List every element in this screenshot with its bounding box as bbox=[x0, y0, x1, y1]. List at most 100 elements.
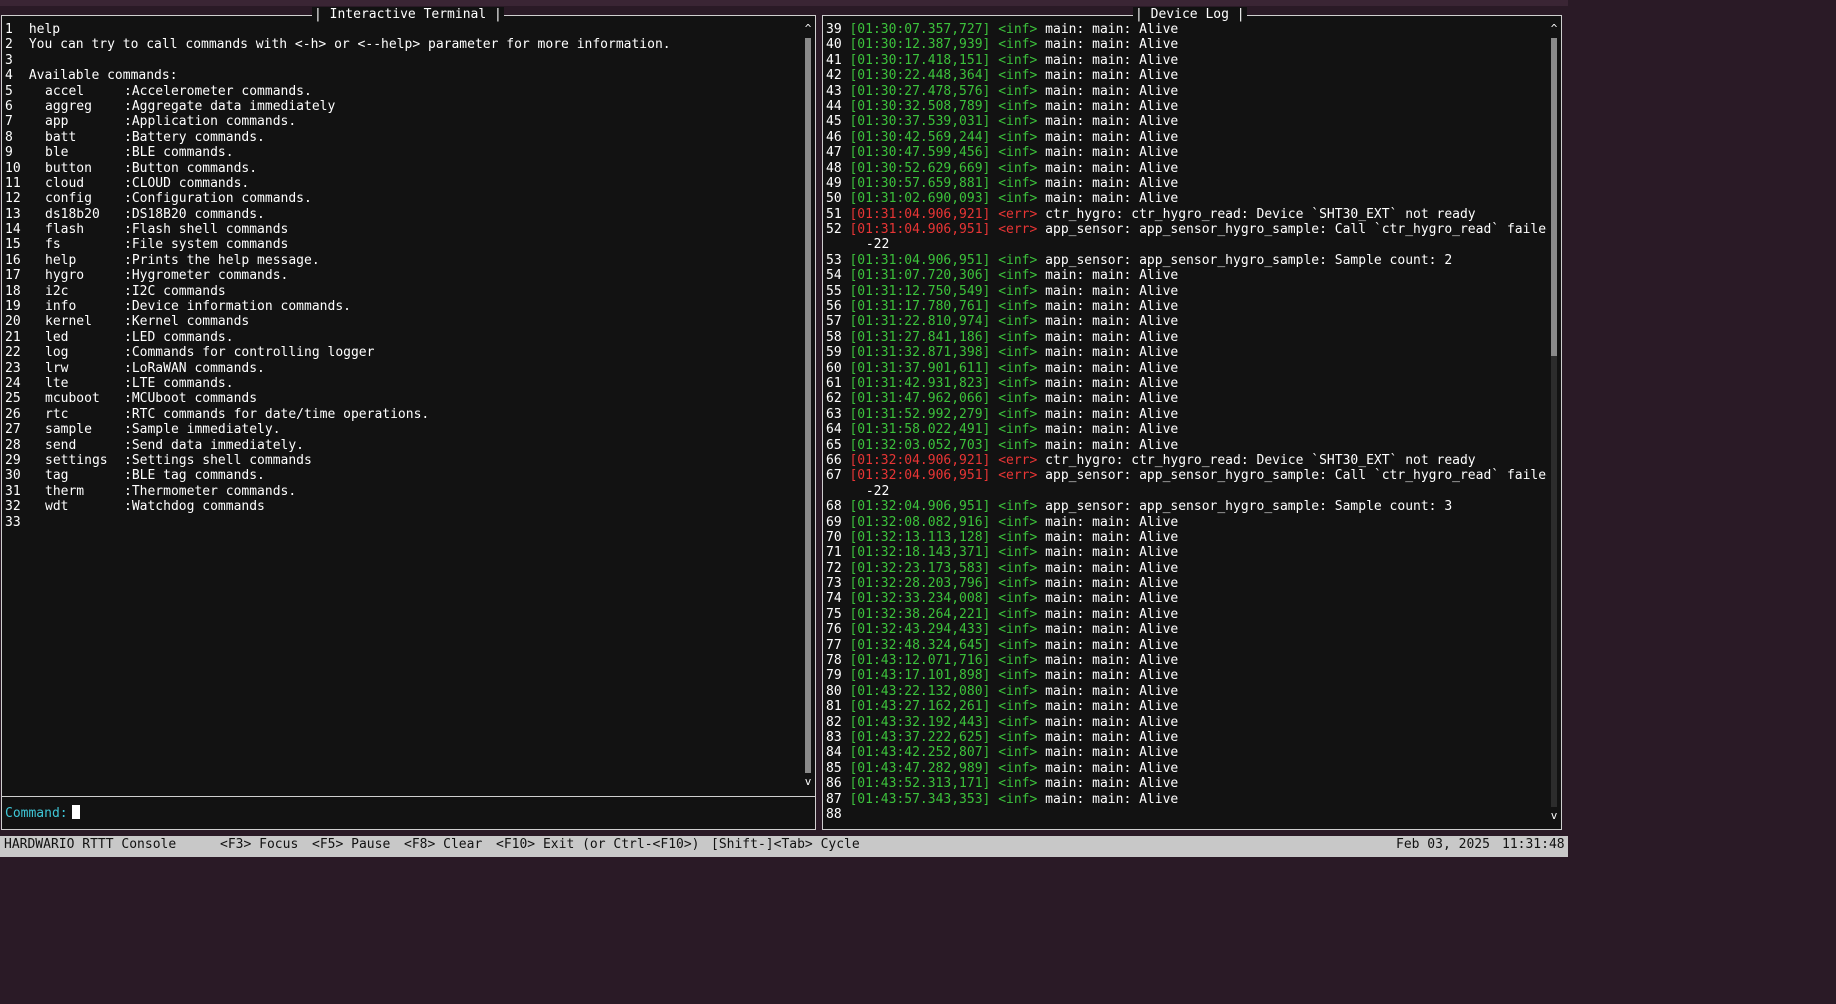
log-level: <inf> bbox=[998, 314, 1038, 330]
line-number: 47 bbox=[826, 145, 842, 161]
device-log-scrollbar[interactable]: ^ v bbox=[1548, 22, 1560, 823]
key-hint-pause[interactable]: <F5> Pause bbox=[312, 836, 390, 854]
line-number: 55 bbox=[826, 283, 842, 299]
device-log-scroll-track[interactable] bbox=[1551, 38, 1557, 807]
log-level: <inf> bbox=[998, 622, 1038, 638]
log-message: ctr_hygro: ctr_hygro_read: Device `SHT30… bbox=[1045, 206, 1476, 222]
log-timestamp: [01:32:33.234,008] bbox=[849, 591, 991, 607]
line-number: 81 bbox=[826, 699, 842, 715]
terminal-line: 3 bbox=[2, 53, 801, 68]
text-cursor bbox=[71, 805, 80, 819]
line-number: 52 bbox=[826, 222, 842, 238]
log-entry: -22 bbox=[823, 237, 1547, 252]
status-bar: HARDWARIO RTTT Console <F3> Focus <F5> P… bbox=[0, 836, 1568, 857]
log-level: <inf> bbox=[998, 129, 1038, 145]
help-command-row: 5 accel:Accelerometer commands. bbox=[2, 84, 801, 99]
interactive-terminal-panel[interactable]: | Interactive Terminal | 1 help 2 You can… bbox=[1, 7, 816, 830]
log-entry: 82 [01:43:32.192,443] <inf> main: main: … bbox=[823, 715, 1547, 730]
log-entry: 87 [01:43:57.343,353] <inf> main: main: … bbox=[823, 792, 1547, 807]
log-level: <err> bbox=[998, 222, 1038, 238]
command-description: :BLE commands. bbox=[124, 145, 234, 161]
key-hint-cycle[interactable]: [Shift-]<Tab> Cycle bbox=[711, 836, 860, 854]
command-label: Command: bbox=[5, 805, 80, 821]
help-command-row: 28 send:Send data immediately. bbox=[2, 438, 801, 453]
scroll-up-arrow-icon[interactable]: ^ bbox=[1548, 22, 1560, 36]
log-message-continuation: -22 bbox=[858, 237, 890, 253]
log-message: main: main: Alive bbox=[1045, 760, 1179, 776]
terminal-output: 1 help 2 You can try to call commands wit… bbox=[2, 22, 801, 530]
line-number: 44 bbox=[826, 98, 842, 114]
line-number: 18 bbox=[5, 283, 21, 299]
command-name: therm bbox=[45, 483, 85, 499]
command-description: :Send data immediately. bbox=[124, 437, 305, 453]
log-timestamp: [01:30:42.569,244] bbox=[849, 129, 991, 145]
line-number: 56 bbox=[826, 299, 842, 315]
log-timestamp: [01:43:12.071,716] bbox=[849, 653, 991, 669]
key-hint-exit[interactable]: <F10> Exit (or Ctrl-<F10>) bbox=[496, 836, 700, 854]
log-entry: 80 [01:43:22.132,080] <inf> main: main: … bbox=[823, 684, 1547, 699]
line-number: 73 bbox=[826, 576, 842, 592]
command-description: :Settings shell commands bbox=[124, 452, 312, 468]
command-name: lte bbox=[45, 375, 69, 391]
log-level: <inf> bbox=[998, 729, 1038, 745]
help-command-row: 25 mcuboot:MCUboot commands bbox=[2, 391, 801, 406]
log-message: main: main: Alive bbox=[1045, 545, 1179, 561]
window-top-strip bbox=[0, 0, 1568, 6]
log-level: <inf> bbox=[998, 668, 1038, 684]
log-message: main: main: Alive bbox=[1045, 745, 1179, 761]
log-message: app_sensor: app_sensor_hygro_sample: Sam… bbox=[1045, 252, 1453, 268]
log-level: <inf> bbox=[998, 52, 1038, 68]
line-number: 50 bbox=[826, 191, 842, 207]
log-level: <inf> bbox=[998, 422, 1038, 438]
terminal-scroll-track[interactable] bbox=[805, 38, 811, 773]
command-name: kernel bbox=[45, 314, 92, 330]
line-number: 61 bbox=[826, 375, 842, 391]
log-timestamp: [01:31:22.810,974] bbox=[849, 314, 991, 330]
line-number: 7 bbox=[5, 114, 13, 130]
log-message: main: main: Alive bbox=[1045, 145, 1179, 161]
line-number: 12 bbox=[5, 191, 21, 207]
command-name: config bbox=[45, 191, 92, 207]
log-message: main: main: Alive bbox=[1045, 22, 1179, 37]
help-command-row: 11 cloud:CLOUD commands. bbox=[2, 176, 801, 191]
line-number: 16 bbox=[5, 252, 21, 268]
log-entry: 78 [01:43:12.071,716] <inf> main: main: … bbox=[823, 653, 1547, 668]
log-entry: 77 [01:32:48.324,645] <inf> main: main: … bbox=[823, 638, 1547, 653]
log-timestamp: [01:31:12.750,549] bbox=[849, 283, 991, 299]
log-entry: 61 [01:31:42.931,823] <inf> main: main: … bbox=[823, 376, 1547, 391]
device-log-scroll-thumb[interactable] bbox=[1551, 38, 1557, 356]
scroll-down-arrow-icon[interactable]: v bbox=[1548, 809, 1560, 823]
help-command-row: 8 batt:Battery commands. bbox=[2, 130, 801, 145]
log-entry: 44 [01:30:32.508,789] <inf> main: main: … bbox=[823, 99, 1547, 114]
log-message: main: main: Alive bbox=[1045, 268, 1179, 284]
log-message: main: main: Alive bbox=[1045, 437, 1179, 453]
scroll-down-arrow-icon[interactable]: v bbox=[802, 775, 814, 789]
terminal-scroll-thumb[interactable] bbox=[805, 38, 811, 773]
status-time: 11:31:48 bbox=[1502, 837, 1565, 852]
log-timestamp: [01:43:32.192,443] bbox=[849, 714, 991, 730]
log-message: main: main: Alive bbox=[1045, 637, 1179, 653]
terminal-scrollbar[interactable]: ^ v bbox=[802, 22, 814, 789]
help-command-row: 10 button:Button commands. bbox=[2, 161, 801, 176]
key-hint-focus[interactable]: <F3> Focus bbox=[220, 836, 298, 854]
help-command-row: 15 fs:File system commands bbox=[2, 237, 801, 252]
log-entry: 52 [01:31:04.906,951] <err> app_sensor: … bbox=[823, 222, 1547, 237]
line-number: 10 bbox=[5, 160, 21, 176]
log-entry: 74 [01:32:33.234,008] <inf> main: main: … bbox=[823, 591, 1547, 606]
line-number: 74 bbox=[826, 591, 842, 607]
line-number: 46 bbox=[826, 129, 842, 145]
log-timestamp: [01:43:17.101,898] bbox=[849, 668, 991, 684]
help-command-row: 32 wdt:Watchdog commands bbox=[2, 499, 801, 514]
log-entry: 66 [01:32:04.906,921] <err> ctr_hygro: c… bbox=[823, 453, 1547, 468]
log-timestamp: [01:31:42.931,823] bbox=[849, 375, 991, 391]
log-timestamp: [01:43:27.162,261] bbox=[849, 699, 991, 715]
log-timestamp: [01:30:37.539,031] bbox=[849, 114, 991, 130]
line-number: 39 bbox=[826, 22, 842, 37]
key-hint-clear[interactable]: <F8> Clear bbox=[404, 836, 482, 854]
command-name: fs bbox=[45, 237, 61, 253]
line-number: 40 bbox=[826, 37, 842, 53]
device-log-panel[interactable]: | Device Log | 39 [01:30:07.357,727] <in… bbox=[822, 7, 1562, 830]
line-number: 64 bbox=[826, 422, 842, 438]
command-input-area[interactable]: Command: bbox=[2, 796, 815, 829]
scroll-up-arrow-icon[interactable]: ^ bbox=[802, 22, 814, 36]
